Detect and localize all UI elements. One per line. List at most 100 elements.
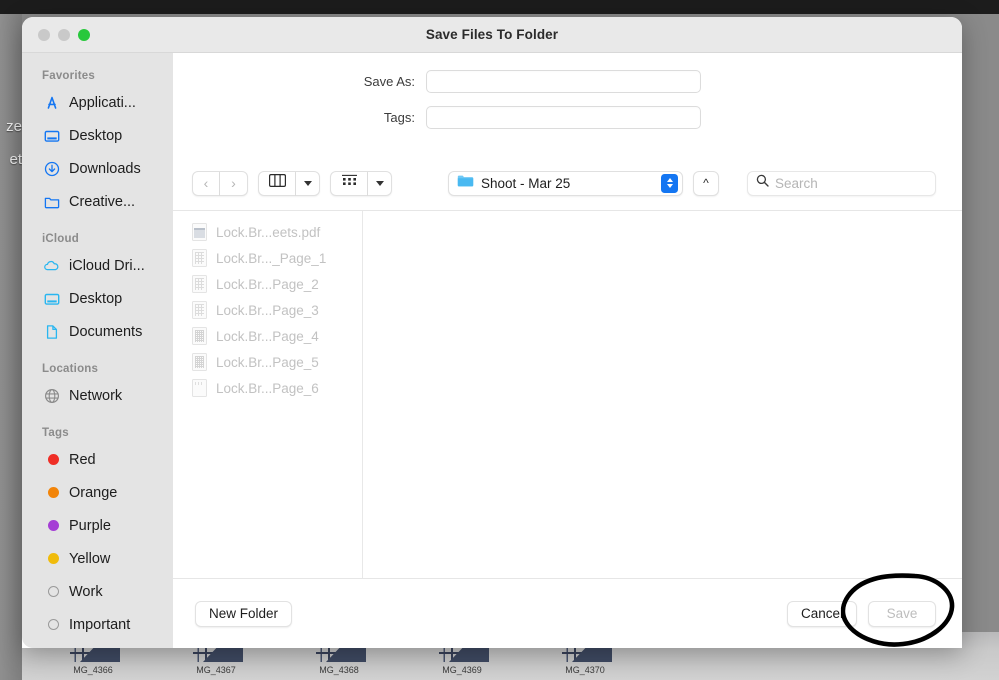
- dialog-title: Save Files To Folder: [425, 27, 559, 42]
- sidebar-item-label: Red: [69, 451, 96, 468]
- sidebar-item-downloads[interactable]: Downloads: [22, 152, 173, 185]
- column-view-button[interactable]: [258, 170, 296, 196]
- folder-icon: [457, 174, 474, 193]
- photo-label: MG_4368: [319, 665, 359, 675]
- chevron-up-icon: ^: [703, 176, 709, 190]
- sidebar-item-icloud-desktop[interactable]: Desktop: [22, 282, 173, 315]
- desktop-icon: [43, 290, 60, 307]
- search-placeholder: Search: [775, 175, 818, 191]
- chevron-down-icon: [375, 180, 384, 186]
- sidebar-item-label: Downloads: [69, 160, 141, 177]
- file-name: Lock.Br..._Page_1: [216, 250, 327, 266]
- sidebar-item-label: Documents: [69, 323, 143, 340]
- downloads-icon: [43, 160, 60, 177]
- file-list-item[interactable]: Lock.Br...Page_2: [173, 271, 362, 297]
- back-button[interactable]: ‹: [192, 170, 220, 196]
- sidebar-item-desktop[interactable]: Desktop: [22, 119, 173, 152]
- dialog-footer: New Folder Cancel Save: [173, 579, 962, 648]
- close-button[interactable]: [38, 28, 50, 41]
- save-dialog: Save Files To Folder Favorites Applicati…: [22, 17, 962, 648]
- icon-view-button[interactable]: [330, 170, 368, 196]
- view-mode-group: [258, 170, 320, 196]
- sheet-dense-file-icon: [192, 327, 207, 345]
- tag-dot-icon: [43, 451, 60, 468]
- sidebar-item-creative[interactable]: Creative...: [22, 185, 173, 218]
- sidebar-item-applications[interactable]: Applicati...: [22, 86, 173, 119]
- file-name: Lock.Br...eets.pdf: [216, 224, 321, 240]
- photo-label: MG_4367: [196, 665, 236, 675]
- sidebar-group-icloud: iCloud iCloud Dri... Desktop Documents: [22, 233, 173, 348]
- photo-label: MG_4370: [565, 665, 605, 675]
- sidebar-item-label: Applicati...: [69, 94, 136, 111]
- preview-column: [363, 211, 962, 578]
- sidebar-item-icloud-drive[interactable]: iCloud Dri...: [22, 249, 173, 282]
- file-name: Lock.Br...Page_5: [216, 354, 319, 370]
- sidebar-group-favorites: Favorites Applicati... Desktop Downloads…: [22, 70, 173, 218]
- globe-icon: [43, 387, 60, 404]
- file-name: Lock.Br...Page_4: [216, 328, 319, 344]
- screen-top-bar: [0, 0, 999, 14]
- arrange-dropdown[interactable]: [368, 170, 392, 196]
- dialog-titlebar: Save Files To Folder: [22, 17, 962, 53]
- save-form: Save As: Tags:: [173, 53, 962, 156]
- sidebar-group-tags: Tags Red Orange Purple Yellow Work Impor…: [22, 427, 173, 641]
- folder-path-popup[interactable]: Shoot - Mar 25: [448, 170, 683, 196]
- sidebar: Favorites Applicati... Desktop Downloads…: [22, 53, 173, 648]
- sidebar-item-label: Creative...: [69, 193, 136, 210]
- new-folder-button[interactable]: New Folder: [195, 600, 293, 627]
- sheet-file-icon: [192, 301, 207, 319]
- sidebar-group-title: Tags: [42, 427, 69, 439]
- save-as-input[interactable]: [426, 70, 701, 93]
- chevron-down-icon: [303, 180, 312, 186]
- applications-icon: [43, 94, 60, 111]
- tag-dot-hollow-icon: [43, 616, 60, 633]
- tags-input[interactable]: [426, 106, 701, 129]
- file-list-item[interactable]: Lock.Br...Page_6: [173, 375, 362, 401]
- sidebar-item-tag-red[interactable]: Red: [22, 443, 173, 476]
- sidebar-item-tag-purple[interactable]: Purple: [22, 509, 173, 542]
- background-text-fragment: et: [9, 151, 22, 168]
- sidebar-item-tag-yellow[interactable]: Yellow: [22, 542, 173, 575]
- tag-dot-hollow-icon: [43, 583, 60, 600]
- file-list-item[interactable]: Lock.Br...Page_4: [173, 323, 362, 349]
- footer-action-buttons: Cancel Save: [786, 600, 936, 627]
- save-button[interactable]: Save: [868, 600, 936, 627]
- forward-button[interactable]: ›: [220, 170, 248, 196]
- sidebar-item-tag-work[interactable]: Work: [22, 575, 173, 608]
- sidebar-item-tag-important[interactable]: Important: [22, 608, 173, 641]
- history-nav-group: ‹ ›: [192, 170, 248, 196]
- zoom-button[interactable]: [78, 28, 90, 41]
- content-area: Save As: Tags: ‹ › Shoot - Mar 25 ^ Sear…: [173, 53, 962, 648]
- document-icon: [43, 323, 60, 340]
- file-browser: Lock.Br...eets.pdf Lock.Br..._Page_1 Loc…: [173, 211, 962, 579]
- file-list-column[interactable]: Lock.Br...eets.pdf Lock.Br..._Page_1 Loc…: [173, 211, 363, 578]
- arrange-group: [330, 170, 392, 196]
- up-down-stepper-icon[interactable]: [661, 173, 678, 193]
- sidebar-group-title: Favorites: [42, 70, 95, 82]
- file-list-item[interactable]: Lock.Br...Page_5: [173, 349, 362, 375]
- minimize-button[interactable]: [58, 28, 70, 41]
- background-text-fragment: ze: [6, 118, 22, 135]
- sidebar-group-title: iCloud: [42, 233, 79, 245]
- file-list-item[interactable]: Lock.Br...eets.pdf: [173, 219, 362, 245]
- column-view-dropdown[interactable]: [296, 170, 320, 196]
- tags-label: Tags:: [383, 110, 415, 125]
- icon-view-icon: [341, 174, 358, 192]
- desktop-icon: [43, 127, 60, 144]
- sidebar-item-network[interactable]: Network: [22, 379, 173, 412]
- file-list-item[interactable]: Lock.Br...Page_3: [173, 297, 362, 323]
- window-controls: [38, 28, 90, 41]
- cancel-button[interactable]: Cancel: [786, 600, 857, 627]
- sidebar-item-tag-orange[interactable]: Orange: [22, 476, 173, 509]
- sidebar-item-label: Network: [69, 387, 123, 404]
- go-up-button[interactable]: ^: [693, 170, 719, 196]
- search-field[interactable]: Search: [747, 170, 936, 196]
- sidebar-item-documents[interactable]: Documents: [22, 315, 173, 348]
- blank-file-icon: [192, 379, 207, 397]
- tag-dot-icon: [43, 517, 60, 534]
- tag-dot-icon: [43, 550, 60, 567]
- file-list-item[interactable]: Lock.Br..._Page_1: [173, 245, 362, 271]
- tags-row: Tags:: [173, 106, 962, 129]
- dialog-body: Favorites Applicati... Desktop Downloads…: [22, 53, 962, 648]
- folder-icon: [43, 193, 60, 210]
